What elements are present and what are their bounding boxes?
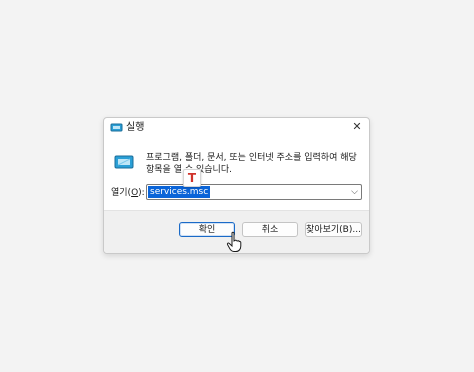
title-bar: 실행 ✕ (104, 118, 369, 138)
open-label-prefix: 열기( (111, 188, 132, 198)
instruction-text: 프로그램, 폴더, 문서, 또는 인터넷 주소를 입력하여 해당 항목을 열 수… (146, 153, 357, 175)
cancel-button[interactable]: 취소 (242, 222, 298, 237)
run-large-icon (114, 155, 134, 169)
open-combobox[interactable]: services.msc ⌵ (146, 184, 362, 200)
open-label: 열기(O): (111, 187, 145, 199)
close-icon: ✕ (352, 120, 362, 133)
mouse-pointer-icon (226, 231, 242, 252)
browse-button[interactable]: 찾아보기(B)... (305, 222, 362, 237)
run-icon (110, 123, 123, 132)
chevron-down-icon[interactable]: ⌵ (351, 186, 358, 198)
open-input[interactable]: services.msc (148, 186, 211, 198)
close-button[interactable]: ✕ (351, 121, 363, 133)
ime-indicator: T (183, 169, 201, 187)
window-title: 실행 (126, 122, 145, 133)
open-label-suffix: ): (138, 188, 145, 198)
